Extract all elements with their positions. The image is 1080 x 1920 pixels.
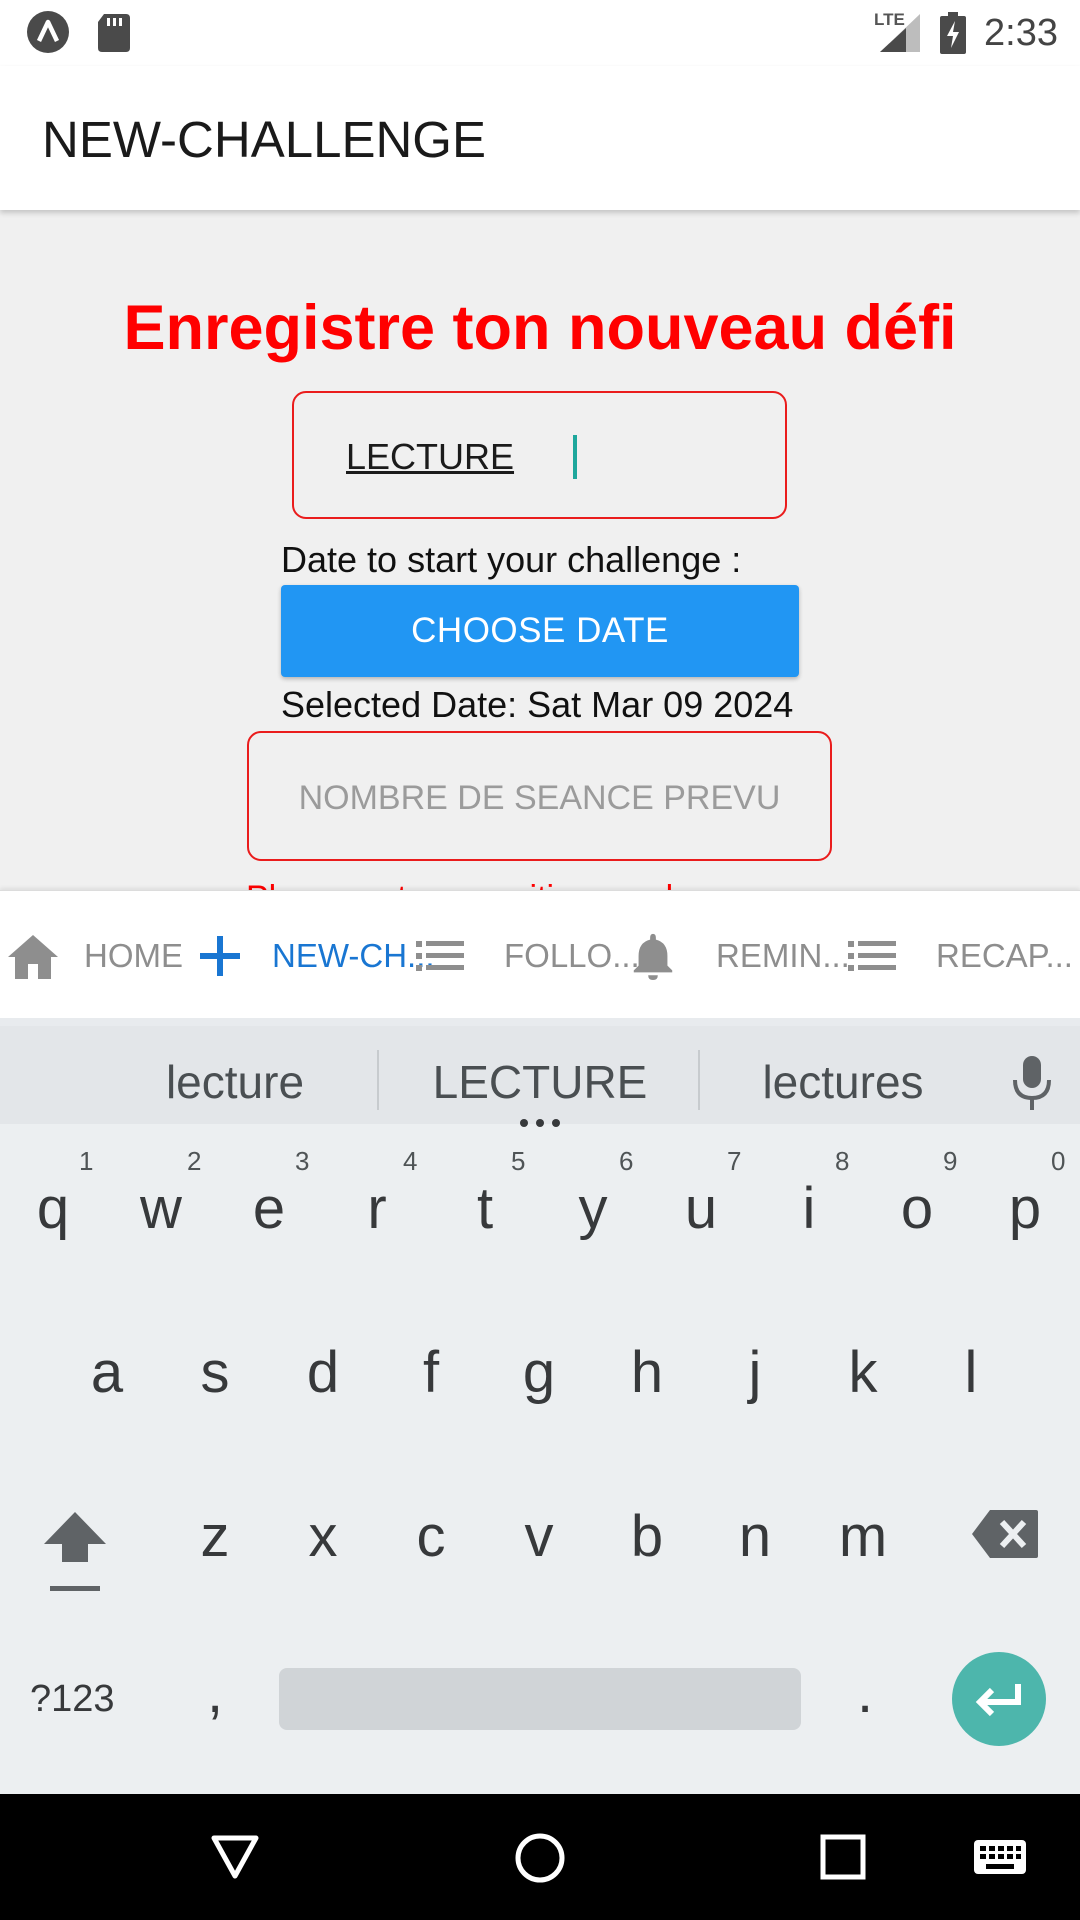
list-icon — [848, 941, 896, 971]
key-comma[interactable]: , — [170, 1658, 260, 1728]
key-s[interactable]: s — [170, 1338, 260, 1408]
key-e[interactable]: e — [224, 1174, 314, 1244]
signal-icon — [880, 14, 920, 52]
suggestion-item[interactable]: lectures — [718, 1054, 968, 1110]
key-o[interactable]: o — [872, 1174, 962, 1244]
key-hint: 3 — [295, 1146, 310, 1176]
key-t[interactable]: t — [440, 1174, 530, 1244]
key-p[interactable]: p — [980, 1174, 1070, 1244]
key-a[interactable]: a — [62, 1338, 152, 1408]
key-g[interactable]: g — [494, 1338, 584, 1408]
system-nav-bar — [0, 1794, 1080, 1920]
challenge-name-input[interactable]: LECTURE — [292, 391, 787, 519]
battery-charging-icon — [940, 12, 966, 54]
key-hint: 8 — [835, 1146, 850, 1176]
tab-follow-label: FOLLO... — [504, 937, 640, 974]
recents-icon[interactable] — [820, 1834, 866, 1880]
app-bar: NEW-CHALLENGE — [0, 66, 1080, 210]
enter-icon — [975, 1684, 1021, 1717]
page-title: NEW-CHALLENGE — [42, 111, 486, 168]
key-hint: 0 — [1051, 1146, 1066, 1176]
bell-icon — [633, 933, 673, 981]
text-caret — [573, 435, 577, 479]
tab-reminders-label: REMIN... — [716, 937, 850, 974]
key-h[interactable]: h — [602, 1338, 692, 1408]
tab-reminders[interactable]: REMIN... — [626, 891, 850, 1019]
key-u[interactable]: u — [656, 1174, 746, 1244]
tab-follow[interactable]: FOLLO... — [412, 891, 640, 1019]
suggestion-item[interactable]: LECTURE — [400, 1054, 680, 1110]
key-b[interactable]: b — [602, 1502, 692, 1572]
key-hint: 4 — [403, 1146, 418, 1176]
home-nav-icon[interactable] — [514, 1832, 566, 1884]
back-icon[interactable] — [210, 1834, 260, 1880]
key-i[interactable]: i — [764, 1174, 854, 1244]
home-icon — [8, 935, 58, 979]
microphone-icon[interactable] — [1010, 1054, 1054, 1112]
key-w[interactable]: w — [116, 1174, 206, 1244]
status-bar: LTE 2:33 — [0, 0, 1080, 66]
form-headline: Enregistre ton nouveau défi — [123, 293, 957, 363]
suggestion-divider — [377, 1050, 379, 1110]
new-challenge-form: Enregistre ton nouveau défi LECTURE Date… — [0, 210, 1080, 890]
keyboard-switch-icon[interactable] — [972, 1838, 1028, 1876]
suggestion-divider — [698, 1050, 700, 1110]
key-r[interactable]: r — [332, 1174, 422, 1244]
key-hint: 7 — [727, 1146, 742, 1176]
shift-icon[interactable] — [40, 1508, 110, 1598]
key-z[interactable]: z — [170, 1502, 260, 1572]
sd-card-icon — [98, 14, 130, 52]
validation-error-text: Please enter a positive number — [246, 878, 715, 890]
key-v[interactable]: v — [494, 1502, 584, 1572]
key-d[interactable]: d — [278, 1338, 368, 1408]
more-suggestions-icon[interactable] — [518, 1118, 562, 1128]
status-time: 2:33 — [984, 12, 1058, 54]
key-hint: 1 — [79, 1146, 94, 1176]
space-key[interactable] — [279, 1668, 801, 1730]
key-f[interactable]: f — [386, 1338, 476, 1408]
key-k[interactable]: k — [818, 1338, 908, 1408]
key-period[interactable]: . — [820, 1658, 910, 1728]
list-icon — [416, 941, 464, 971]
key-n[interactable]: n — [710, 1502, 800, 1572]
app-launcher-icon — [27, 11, 69, 53]
choose-date-button[interactable]: CHOOSE DATE — [281, 585, 799, 677]
key-c[interactable]: c — [386, 1502, 476, 1572]
key-q[interactable]: q — [8, 1174, 98, 1244]
challenge-name-value: LECTURE — [346, 436, 515, 477]
selected-date-text: Selected Date: Sat Mar 09 2024 — [281, 684, 794, 725]
tab-new-challenge-label: NEW-CH... — [272, 937, 435, 974]
key-hint: 2 — [187, 1146, 202, 1176]
symbols-key[interactable]: ?123 — [30, 1676, 115, 1722]
key-l[interactable]: l — [926, 1338, 1016, 1408]
backspace-icon[interactable] — [970, 1508, 1040, 1560]
start-date-label: Date to start your challenge : — [281, 539, 742, 580]
key-x[interactable]: x — [278, 1502, 368, 1572]
key-hint: 6 — [619, 1146, 634, 1176]
tab-recap[interactable]: RECAP... — [844, 891, 1080, 1019]
key-m[interactable]: m — [818, 1502, 908, 1572]
tab-home-label: HOME — [84, 937, 183, 974]
suggestion-item[interactable]: lecture — [110, 1054, 360, 1110]
seances-count-input[interactable]: NOMBRE DE SEANCE PREVU — [247, 731, 832, 861]
key-hint: 5 — [511, 1146, 526, 1176]
key-y[interactable]: y — [548, 1174, 638, 1244]
suggestion-bar: lecture LECTURE lectures — [0, 1018, 1080, 1127]
bottom-tab-bar: HOME NEW-CH... FOLLO... REMIN... RECAP..… — [0, 890, 1080, 1019]
key-j[interactable]: j — [710, 1338, 800, 1408]
soft-keyboard: lecture LECTURE lectures 1 2 3 4 5 6 7 8… — [0, 1018, 1080, 1794]
seances-count-placeholder: NOMBRE DE SEANCE PREVU — [298, 779, 781, 817]
enter-key[interactable] — [952, 1652, 1046, 1746]
key-hint: 9 — [943, 1146, 958, 1176]
tab-recap-label: RECAP... — [936, 937, 1073, 974]
plus-icon — [200, 936, 240, 976]
